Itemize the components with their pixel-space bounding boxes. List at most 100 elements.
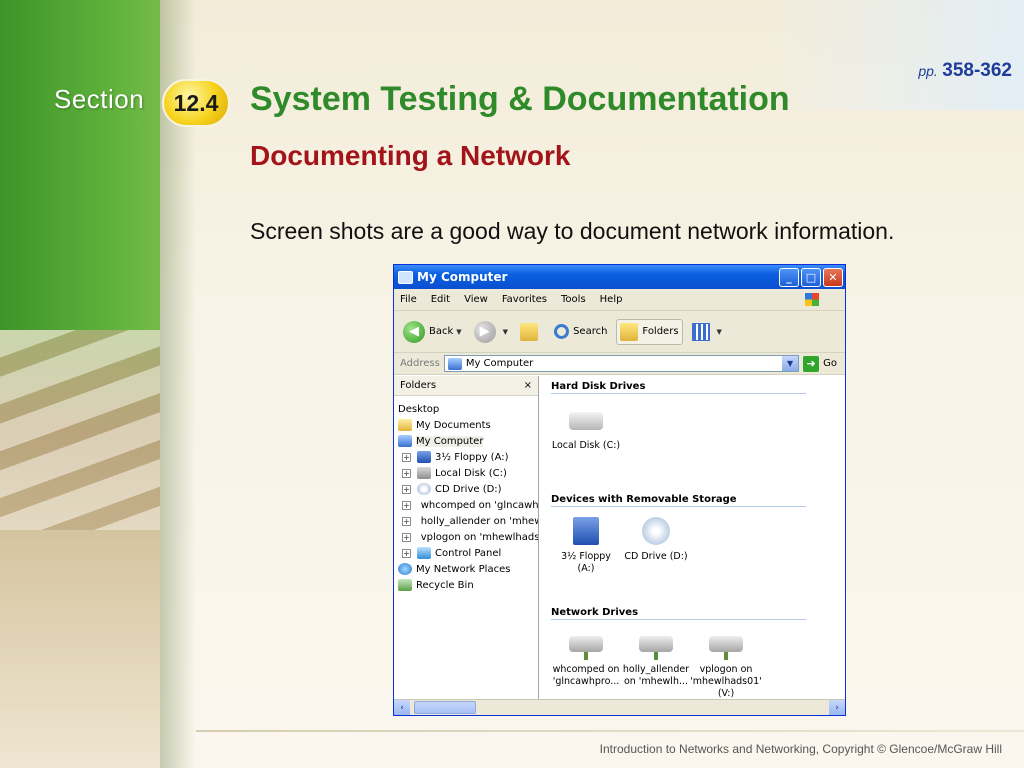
section-label: Section bbox=[54, 84, 145, 114]
tree-item-label: vplogon on 'mhewlhads bbox=[420, 531, 539, 543]
scroll-left-button[interactable]: ‹ bbox=[394, 700, 410, 715]
menu-tools[interactable]: Tools bbox=[561, 294, 586, 305]
group-items: whcomped on'glncawhpro... holly_allender o… bbox=[551, 620, 845, 710]
slide-sidebar bbox=[0, 0, 160, 768]
expand-icon[interactable]: + bbox=[402, 452, 411, 462]
footer-divider bbox=[196, 730, 1024, 732]
toolbar: ◀ Back ▼ ▶ ▼ Search Folders ▼ bbox=[394, 311, 845, 353]
menu-view[interactable]: View bbox=[464, 294, 488, 305]
drives-view: Hard Disk Drives Local Disk (C:) Devices w… bbox=[539, 376, 845, 699]
drive-item[interactable]: CD Drive (D:) bbox=[621, 507, 691, 602]
netdrive-icon bbox=[709, 636, 743, 660]
window-title: My Computer bbox=[417, 270, 508, 284]
tree-item[interactable]: My Network Places bbox=[398, 561, 538, 577]
drive-label: Local Disk (C:) bbox=[551, 440, 621, 451]
drive-item[interactable]: vplogon on'mhewlhads01' (V:) bbox=[690, 620, 762, 710]
tree-item-label: My Network Places bbox=[416, 563, 511, 575]
drive-item[interactable]: holly_allender on 'mhewlh... bbox=[621, 620, 691, 710]
slide-title: System Testing & Documentation bbox=[250, 80, 790, 118]
page-reference: pp. 358-362 bbox=[918, 60, 1012, 82]
comp-icon bbox=[398, 435, 412, 447]
drive-item[interactable]: Local Disk (C:) bbox=[551, 394, 621, 489]
tree-item[interactable]: + whcomped on 'glncawh bbox=[398, 497, 538, 513]
drive-item[interactable]: whcomped on'glncawhpro... bbox=[551, 620, 621, 710]
go-label: Go bbox=[823, 358, 837, 369]
close-icon[interactable]: × bbox=[524, 380, 532, 391]
drive-label: 'glncawhpro... bbox=[552, 676, 620, 687]
bin-icon bbox=[398, 579, 412, 591]
address-bar: Address My Computer ▼ ➜ Go bbox=[394, 353, 845, 375]
drive-label: vplogon on bbox=[699, 664, 753, 675]
go-button[interactable]: ➜ Go bbox=[803, 355, 837, 372]
folders-pane-header: Folders × bbox=[394, 376, 538, 396]
forward-button[interactable]: ▶ ▼ bbox=[471, 318, 511, 346]
chevron-down-icon[interactable]: ▼ bbox=[717, 328, 722, 336]
up-folder-icon bbox=[520, 322, 539, 341]
menu-help[interactable]: Help bbox=[600, 294, 623, 305]
drive-item[interactable]: 3½ Floppy (A:) bbox=[551, 507, 621, 602]
drive-label: 3½ Floppy bbox=[561, 551, 611, 562]
expand-icon[interactable]: + bbox=[402, 548, 411, 558]
expand-icon[interactable]: + bbox=[402, 532, 411, 542]
views-button[interactable]: ▼ bbox=[689, 320, 725, 344]
pages-prefix: pp. bbox=[918, 63, 938, 79]
expand-icon[interactable]: + bbox=[402, 468, 411, 478]
tree-item[interactable]: My Documents bbox=[398, 417, 538, 433]
tree-item[interactable]: Desktop bbox=[398, 401, 538, 417]
address-value: My Computer bbox=[465, 358, 534, 369]
back-button[interactable]: ◀ Back ▼ bbox=[400, 318, 465, 346]
drive-label: holly_allender bbox=[622, 664, 690, 675]
tree-item-label: My Computer bbox=[416, 435, 484, 447]
cd-icon bbox=[642, 517, 670, 545]
tree-item[interactable]: +3½ Floppy (A:) bbox=[398, 449, 538, 465]
drive-label: 'mhewlhads01' bbox=[690, 676, 762, 687]
search-button[interactable]: Search bbox=[551, 321, 610, 342]
chevron-down-icon[interactable]: ▼ bbox=[503, 328, 508, 336]
menu-favorites[interactable]: Favorites bbox=[502, 294, 547, 305]
floppy-icon bbox=[573, 517, 599, 545]
corner-glow bbox=[764, 0, 1024, 110]
menu-edit[interactable]: Edit bbox=[431, 294, 450, 305]
chevron-down-icon[interactable]: ▼ bbox=[456, 328, 461, 336]
tree-item-label: 3½ Floppy (A:) bbox=[435, 451, 509, 463]
drive-label: on 'mhewlh... bbox=[623, 676, 689, 687]
expand-icon[interactable]: + bbox=[402, 500, 411, 510]
expand-icon[interactable]: + bbox=[402, 484, 411, 494]
window-titlebar[interactable]: My Computer _ □ ✕ bbox=[394, 265, 845, 289]
slide-subtitle: Documenting a Network bbox=[250, 140, 571, 171]
menu-file[interactable]: File bbox=[400, 294, 417, 305]
copyright-footer: Introduction to Networks and Networking,… bbox=[599, 742, 1002, 756]
tree-item[interactable]: Recycle Bin bbox=[398, 577, 538, 593]
tree-item[interactable]: + CD Drive (D:) bbox=[398, 481, 538, 497]
slide-body-text: Screen shots are a good way to document … bbox=[250, 218, 895, 244]
docs-icon bbox=[398, 419, 412, 431]
keyboard-image bbox=[0, 330, 160, 530]
up-folder-button[interactable] bbox=[517, 320, 545, 344]
tree-item[interactable]: + Control Panel bbox=[398, 545, 538, 561]
scroll-thumb[interactable] bbox=[414, 701, 476, 714]
tree-item[interactable]: + vplogon on 'mhewlhads bbox=[398, 529, 538, 545]
pages-range: 358-362 bbox=[942, 60, 1012, 81]
maximize-button[interactable]: □ bbox=[801, 267, 821, 287]
chevron-down-icon[interactable]: ▼ bbox=[782, 356, 799, 371]
scroll-right-button[interactable]: › bbox=[829, 700, 845, 715]
address-field[interactable]: My Computer ▼ bbox=[443, 355, 800, 372]
tree-item[interactable]: My Computer bbox=[398, 433, 538, 449]
folders-pane-title: Folders bbox=[400, 380, 437, 391]
views-icon bbox=[691, 322, 710, 341]
folders-label: Folders bbox=[642, 326, 679, 337]
tree-item[interactable]: + Local Disk (C:) bbox=[398, 465, 538, 481]
tree-item[interactable]: + holly_allender on 'mhew bbox=[398, 513, 538, 529]
tree-item-label: My Documents bbox=[416, 419, 491, 431]
folders-button[interactable]: Folders bbox=[616, 318, 683, 345]
cd-icon bbox=[417, 483, 431, 495]
minimize-button[interactable]: _ bbox=[779, 267, 799, 287]
close-button[interactable]: ✕ bbox=[823, 267, 843, 287]
horizontal-scrollbar[interactable]: ‹ › bbox=[394, 699, 845, 715]
panel-icon bbox=[417, 547, 431, 559]
sidebar-green-band bbox=[0, 0, 160, 330]
floppy-icon bbox=[417, 451, 431, 463]
group-heading: Hard Disk Drives bbox=[551, 376, 806, 394]
expand-icon[interactable]: + bbox=[402, 516, 411, 526]
address-label: Address bbox=[400, 358, 440, 369]
